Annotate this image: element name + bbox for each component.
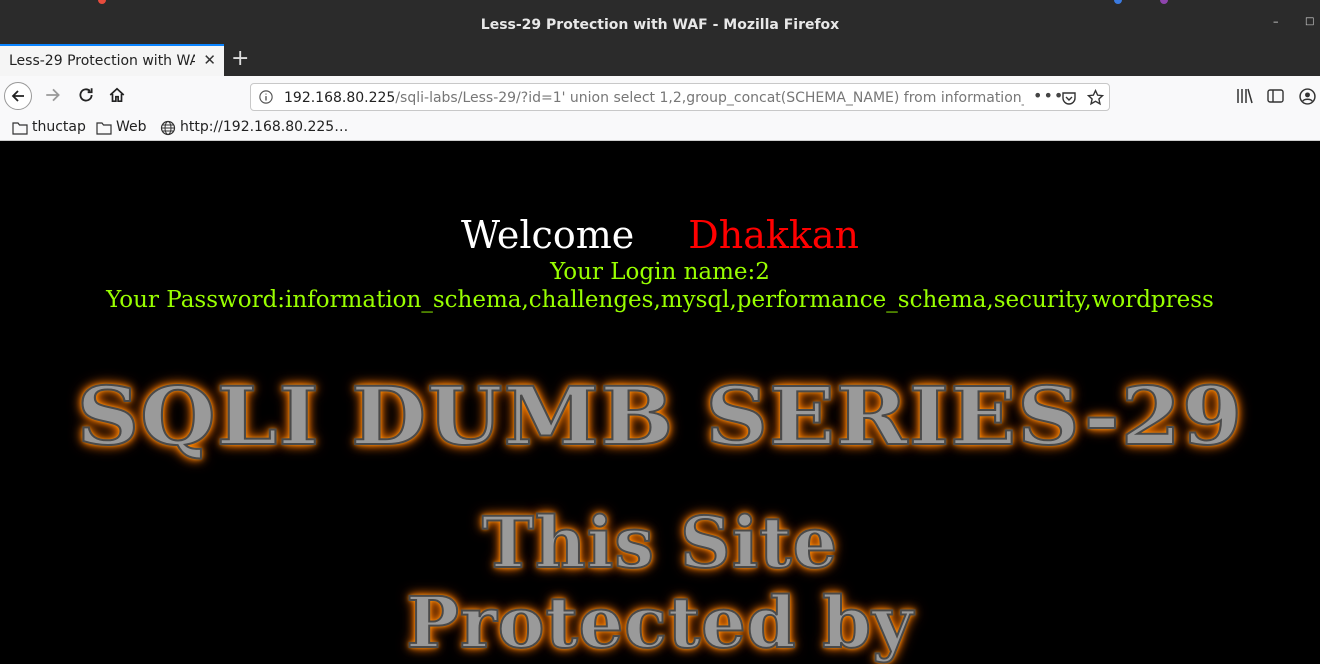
username-text: Dhakkan: [688, 213, 860, 257]
page-actions-icon[interactable]: •••: [1033, 86, 1064, 105]
series-banner-title: SQLI DUMB SERIES-29: [76, 368, 1244, 464]
bookmark-label: Web: [116, 119, 147, 135]
window-dot: [1160, 0, 1168, 4]
bookmarks-toolbar: thuctap Web http://192.168.80.225…: [0, 116, 1320, 141]
bookmark-star-icon[interactable]: [1087, 89, 1104, 106]
library-icon[interactable]: [1236, 88, 1254, 104]
sidebar-icon[interactable]: [1267, 88, 1284, 104]
tab-label: Less-29 Protection with WAF: [9, 53, 195, 69]
bookmark-label: http://192.168.80.225…: [180, 119, 349, 135]
new-tab-button[interactable]: +: [231, 47, 249, 71]
navigation-toolbar: 192.168.80.225/sqli-labs/Less-29/?id=1' …: [0, 76, 1320, 117]
url-bar[interactable]: 192.168.80.225/sqli-labs/Less-29/?id=1' …: [250, 83, 1110, 111]
account-icon[interactable]: [1299, 88, 1316, 105]
window-dot: [98, 0, 106, 4]
banner-protected-by: Protected by: [405, 580, 914, 664]
folder-icon: [96, 122, 112, 135]
globe-icon: [160, 120, 176, 136]
welcome-heading: Welcome Dhakkan: [0, 213, 1320, 257]
tab-active[interactable]: Less-29 Protection with WAF ✕: [0, 44, 224, 76]
back-button[interactable]: [4, 82, 32, 110]
login-name-text: Your Login name:2: [550, 259, 770, 285]
url-host: 192.168.80.225: [284, 90, 396, 106]
bookmark-label: thuctap: [32, 119, 86, 135]
home-icon[interactable]: [108, 86, 126, 104]
welcome-text: Welcome: [460, 213, 635, 257]
forward-button[interactable]: [44, 86, 62, 104]
password-text: Your Password:information_schema,challen…: [106, 287, 1214, 313]
maximize-button[interactable]: □: [1305, 16, 1314, 27]
tab-strip: Less-29 Protection with WAF ✕ +: [0, 44, 1320, 76]
minimize-button[interactable]: –: [1273, 15, 1279, 28]
pocket-icon[interactable]: [1061, 90, 1077, 106]
banner-this-site: This Site: [481, 500, 839, 585]
window-dot: [1114, 0, 1122, 4]
window-title: Less-29 Protection with WAF - Mozilla Fi…: [480, 17, 840, 33]
info-icon[interactable]: [259, 90, 273, 104]
folder-icon: [12, 122, 28, 135]
reload-icon[interactable]: [77, 86, 95, 104]
arrow-left-icon: [11, 90, 24, 102]
close-icon[interactable]: ✕: [203, 51, 216, 69]
url-path: /sqli-labs/Less-29/?id=1' union select 1…: [395, 90, 1024, 106]
window-titlebar: Less-29 Protection with WAF - Mozilla Fi…: [0, 0, 1320, 44]
url-text[interactable]: 192.168.80.225/sqli-labs/Less-29/?id=1' …: [284, 90, 1024, 106]
page-content: Welcome Dhakkan Your Login name:2 Your Pa…: [0, 141, 1320, 664]
